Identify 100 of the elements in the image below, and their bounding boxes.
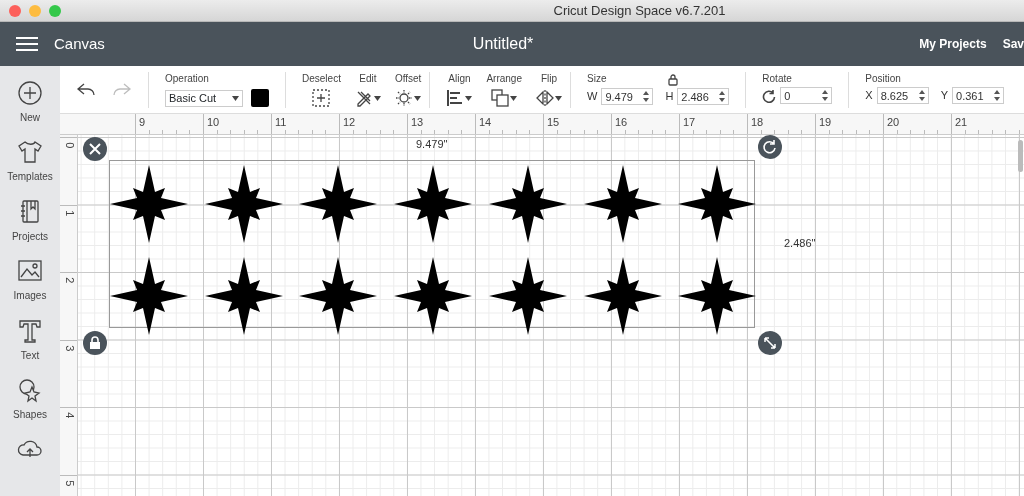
ruler-number: 13 — [407, 114, 475, 134]
star-shape[interactable] — [394, 257, 473, 335]
size-label: Size — [587, 73, 607, 86]
header-link[interactable]: My Projects — [911, 35, 995, 53]
star-shape[interactable] — [204, 165, 283, 243]
width-dimension: 9.479" — [416, 137, 448, 152]
lock-handle[interactable] — [83, 331, 107, 355]
lock-icon[interactable] — [668, 74, 679, 86]
sidebar-item[interactable]: Images — [13, 258, 47, 318]
flip-icon — [536, 89, 554, 107]
letter-icon — [17, 317, 43, 344]
add-icon — [17, 80, 43, 106]
star-shape[interactable] — [110, 165, 188, 243]
sidebar-item[interactable]: Projects — [11, 198, 49, 259]
sidebar-item[interactable]: Text — [17, 317, 43, 378]
undo-button[interactable] — [76, 82, 96, 98]
ruler-number: 2 — [63, 277, 77, 286]
height-label: H — [665, 89, 674, 105]
rotate-icon — [762, 139, 778, 155]
tool-label: Offset — [394, 73, 422, 85]
rotate-field[interactable]: 0 — [780, 87, 833, 104]
caret-icon — [555, 95, 562, 101]
tool-button[interactable] — [491, 89, 518, 107]
star-shape[interactable] — [678, 257, 757, 335]
height-dimension: 2.486" — [784, 236, 816, 251]
sidebar-item[interactable]: Templates — [7, 139, 53, 199]
color-swatch[interactable] — [251, 89, 269, 107]
star-shape[interactable] — [299, 165, 378, 243]
section-title: Canvas — [54, 33, 105, 54]
star-shape[interactable] — [299, 257, 378, 335]
star-shape[interactable] — [204, 257, 283, 335]
ruler-number: 20 — [883, 114, 951, 134]
diagonal-arrows-icon — [762, 335, 778, 351]
align-icon — [446, 89, 465, 107]
ruler-number: 15 — [543, 114, 611, 134]
window-title: Cricut Design Space v6.7.201 — [552, 2, 726, 20]
y-label: Y — [940, 88, 948, 104]
star-shape[interactable] — [488, 165, 567, 243]
sidebar-item[interactable]: New — [17, 80, 43, 140]
delete-handle[interactable] — [83, 137, 107, 161]
tool-button[interactable] — [446, 89, 473, 107]
tool-label: Deselect — [302, 73, 341, 85]
document-title: Untitled* — [471, 34, 535, 54]
spinner-icon — [822, 90, 829, 101]
tool-button[interactable] — [536, 89, 562, 107]
width-field[interactable]: 9.479 — [601, 88, 654, 105]
redo-icon — [112, 82, 132, 98]
y-position-field[interactable]: 0.361 — [952, 87, 1004, 104]
ruler-number: 0 — [63, 142, 77, 151]
layers-icon — [491, 89, 510, 107]
x-label: X — [865, 88, 873, 104]
spinner-icon — [719, 91, 726, 102]
tool-label: Flip — [540, 73, 558, 85]
spinner-icon — [918, 90, 925, 101]
star-shape[interactable] — [394, 165, 473, 243]
menu-button[interactable] — [16, 36, 38, 52]
tool-label: Arrange — [486, 73, 522, 85]
undo-icon — [76, 82, 96, 98]
tool-label: Edit — [359, 73, 377, 85]
caret-icon — [232, 95, 239, 101]
tool-button[interactable] — [354, 89, 381, 107]
shapes-icon — [17, 377, 43, 404]
caret-icon — [510, 95, 518, 101]
spinner-icon — [994, 90, 1000, 101]
height-field[interactable]: 2.486 — [677, 88, 730, 105]
scrollbar[interactable] — [1018, 140, 1023, 172]
star-shape[interactable] — [583, 257, 662, 335]
ruler-number: 11 — [271, 114, 339, 134]
star-shape[interactable] — [678, 165, 757, 243]
operation-select[interactable]: Basic Cut — [165, 89, 243, 107]
star-shape[interactable] — [488, 257, 567, 335]
menu-icon — [16, 36, 38, 52]
pencil-ruler-icon — [354, 89, 373, 107]
header-link[interactable]: Sav — [994, 35, 1024, 53]
ruler-number: 1 — [63, 209, 77, 218]
dashed-square-icon — [312, 89, 331, 107]
caret-icon — [373, 95, 381, 101]
x-position-field[interactable]: 8.625 — [876, 87, 929, 104]
shirt-icon — [17, 139, 43, 166]
rotate-button[interactable] — [762, 88, 777, 103]
tool-button[interactable] — [312, 89, 331, 107]
rotate-icon — [762, 88, 777, 103]
tool-button[interactable] — [395, 89, 422, 107]
width-label: W — [587, 89, 598, 105]
resize-handle[interactable] — [758, 331, 782, 355]
rotate-label: Rotate — [762, 73, 793, 85]
operation-label: Operation — [165, 73, 210, 85]
close-icon — [87, 141, 103, 157]
sun-outline-icon — [395, 89, 414, 107]
ruler-number: 16 — [611, 114, 679, 134]
ruler-number: 17 — [679, 114, 747, 134]
caret-icon — [465, 95, 473, 101]
selection-box[interactable] — [109, 160, 755, 328]
star-shape[interactable] — [583, 165, 662, 243]
star-shape[interactable] — [110, 257, 188, 335]
ruler-number: 9 — [135, 114, 203, 134]
sidebar-item[interactable]: Shapes — [13, 377, 47, 437]
ruler-number: 19 — [815, 114, 883, 134]
rotate-handle[interactable] — [758, 135, 782, 159]
position-label: Position — [865, 73, 902, 85]
